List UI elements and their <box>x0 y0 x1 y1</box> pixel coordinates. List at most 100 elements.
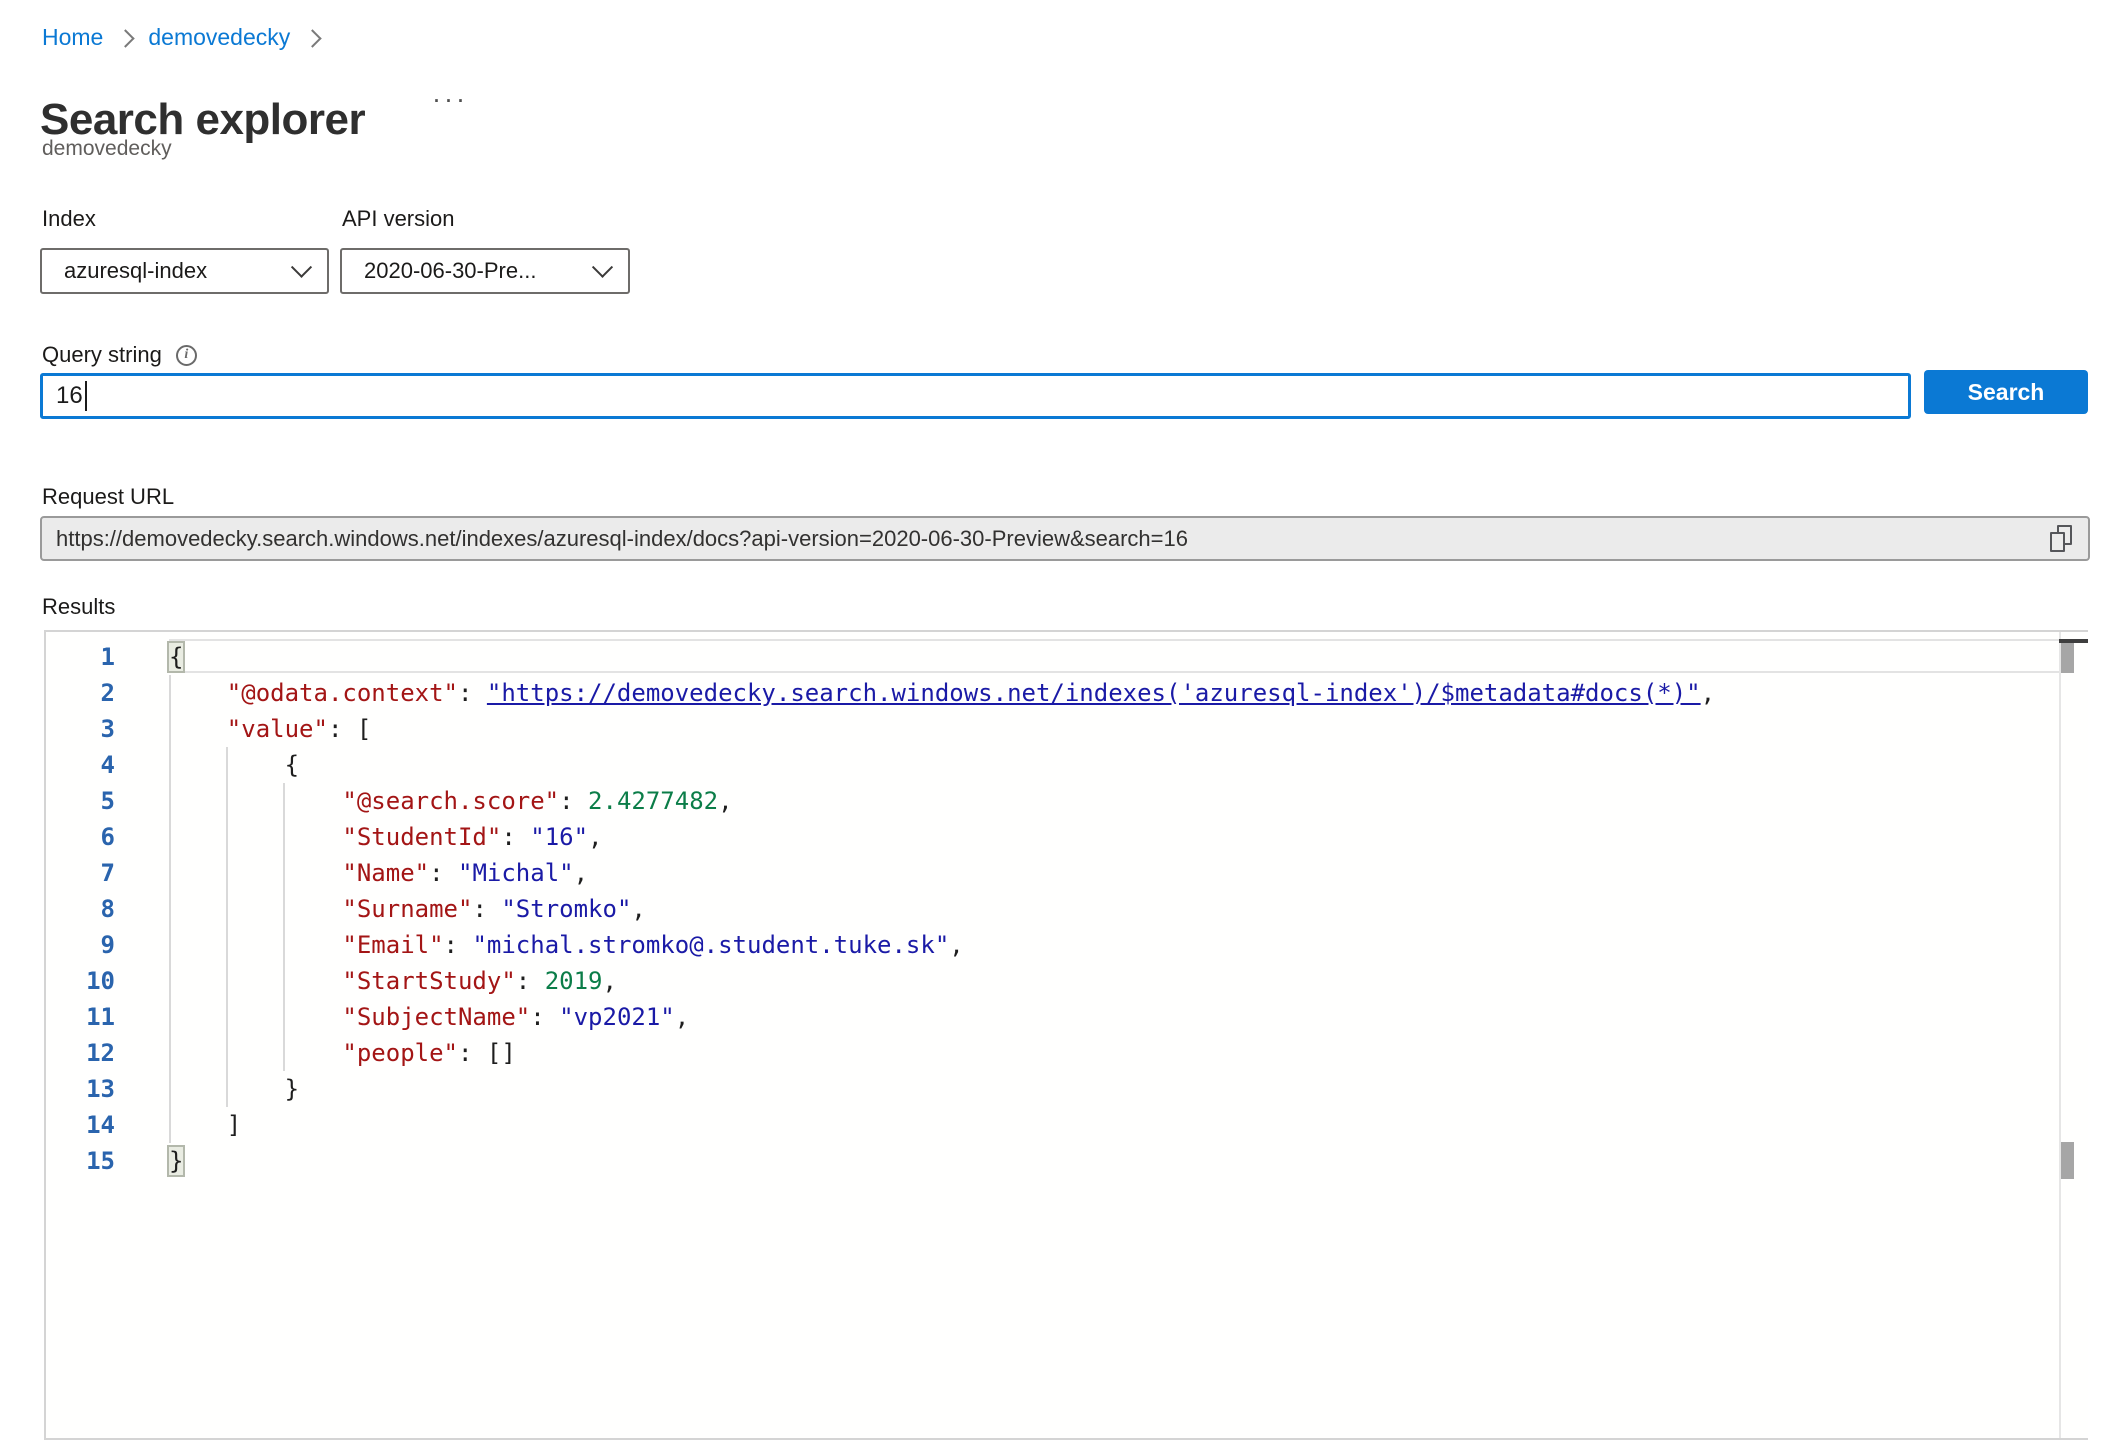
code-line: ] <box>169 1107 2056 1143</box>
line-number: 8 <box>46 891 115 927</box>
breadcrumb-link-home[interactable]: Home <box>42 24 103 51</box>
line-number: 14 <box>46 1107 115 1143</box>
code-token: : <box>530 1003 559 1031</box>
line-number: 13 <box>46 1071 115 1107</box>
chevron-right-icon <box>117 29 135 47</box>
code-token: "16" <box>530 823 588 851</box>
code-token <box>169 679 227 707</box>
code-line: { <box>169 639 2056 675</box>
breadcrumb-link-demovedecky[interactable]: demovedecky <box>148 24 290 51</box>
code-token: : <box>429 859 458 887</box>
code-token <box>169 823 342 851</box>
code-token: } <box>285 1075 299 1103</box>
breadcrumb: Home demovedecky <box>42 24 319 51</box>
info-icon[interactable]: i <box>176 345 197 366</box>
code-line: "@odata.context": "https://demovedecky.s… <box>169 675 2056 711</box>
chevron-right-icon <box>304 29 322 47</box>
code-token: { <box>285 751 299 779</box>
code-token <box>169 895 342 923</box>
code-token: "Stromko" <box>501 895 631 923</box>
line-number: 3 <box>46 711 115 747</box>
code-token: : <box>501 823 530 851</box>
line-number: 7 <box>46 855 115 891</box>
code-token: "Surname" <box>342 895 472 923</box>
code-token <box>169 1039 342 1067</box>
code-link[interactable]: "https://demovedecky.search.windows.net/… <box>487 679 1701 707</box>
code-token <box>169 787 342 815</box>
chevron-down-icon <box>592 256 613 277</box>
code-line: } <box>169 1143 2056 1179</box>
code-token: : [] <box>458 1039 516 1067</box>
code-token: } <box>169 1147 183 1175</box>
gutter-numbers: 123456789101112131415 <box>46 639 115 1179</box>
code-token: 2019 <box>545 967 603 995</box>
code-token: , <box>718 787 732 815</box>
code-token: , <box>574 859 588 887</box>
copy-icon[interactable] <box>2048 524 2074 554</box>
query-string-value: 16 <box>56 382 83 410</box>
line-number: 1 <box>46 639 115 675</box>
code-token: : <box>472 895 501 923</box>
line-number: 12 <box>46 1035 115 1071</box>
code-token: "@odata.context" <box>227 679 458 707</box>
index-dropdown-value: azuresql-index <box>60 258 294 284</box>
code-token: "value" <box>227 715 328 743</box>
results-label: Results <box>42 594 115 620</box>
api-version-dropdown[interactable]: 2020-06-30-Pre... <box>340 248 630 294</box>
index-dropdown[interactable]: azuresql-index <box>40 248 329 294</box>
code-line: { <box>169 747 2056 783</box>
code-token <box>169 715 227 743</box>
code-token: : <box>444 931 473 959</box>
code-token: : <box>559 787 588 815</box>
results-editor[interactable]: 123456789101112131415 { "@odata.context"… <box>44 630 2088 1440</box>
line-number: 4 <box>46 747 115 783</box>
editor-scrollbar-thumb[interactable] <box>2061 643 2074 673</box>
code-token: ] <box>227 1111 241 1139</box>
code-token: "StudentId" <box>342 823 501 851</box>
code-token: , <box>631 895 645 923</box>
request-url-field: https://demovedecky.search.windows.net/i… <box>40 516 2090 561</box>
code-token: 2.4277482 <box>588 787 718 815</box>
code-token: : [ <box>328 715 371 743</box>
code-line: "@search.score": 2.4277482, <box>169 783 2056 819</box>
editor-scrollbar-thumb[interactable] <box>2061 1142 2074 1179</box>
code-token: , <box>675 1003 689 1031</box>
code-line: "Name": "Michal", <box>169 855 2056 891</box>
editor-scrollbar-track[interactable] <box>2059 632 2088 1438</box>
query-string-label-row: Query string i <box>42 342 197 368</box>
line-number: 5 <box>46 783 115 819</box>
code-line: "SubjectName": "vp2021", <box>169 999 2056 1035</box>
chevron-down-icon <box>291 256 312 277</box>
code-token: "SubjectName" <box>342 1003 530 1031</box>
code-token: "Name" <box>342 859 429 887</box>
line-number: 9 <box>46 927 115 963</box>
page-subtitle: demovedecky <box>42 137 172 161</box>
code-token <box>169 967 342 995</box>
code-token: { <box>169 643 183 671</box>
code-token <box>169 1111 227 1139</box>
more-options-button[interactable]: ··· <box>432 84 468 115</box>
code-token: "Michal" <box>458 859 574 887</box>
code-line: "StartStudy": 2019, <box>169 963 2056 999</box>
code-line: } <box>169 1071 2056 1107</box>
code-line: "StudentId": "16", <box>169 819 2056 855</box>
code-token <box>169 859 342 887</box>
index-label: Index <box>42 206 96 232</box>
line-number: 10 <box>46 963 115 999</box>
search-button[interactable]: Search <box>1924 370 2088 414</box>
code-token: "michal.stromko@.student.tuke.sk" <box>472 931 949 959</box>
code-token: "people" <box>342 1039 458 1067</box>
code-lines[interactable]: { "@odata.context": "https://demovedecky… <box>169 639 2056 1179</box>
request-url-label: Request URL <box>42 484 174 510</box>
line-number: 11 <box>46 999 115 1035</box>
code-line: "Email": "michal.stromko@.student.tuke.s… <box>169 927 2056 963</box>
code-token: : <box>516 967 545 995</box>
line-number: 6 <box>46 819 115 855</box>
code-line: "value": [ <box>169 711 2056 747</box>
code-token: , <box>602 967 616 995</box>
code-token: "@search.score" <box>342 787 559 815</box>
query-string-input[interactable]: 16 <box>40 373 1911 419</box>
code-token: "vp2021" <box>559 1003 675 1031</box>
code-token <box>169 931 342 959</box>
code-token: , <box>949 931 963 959</box>
